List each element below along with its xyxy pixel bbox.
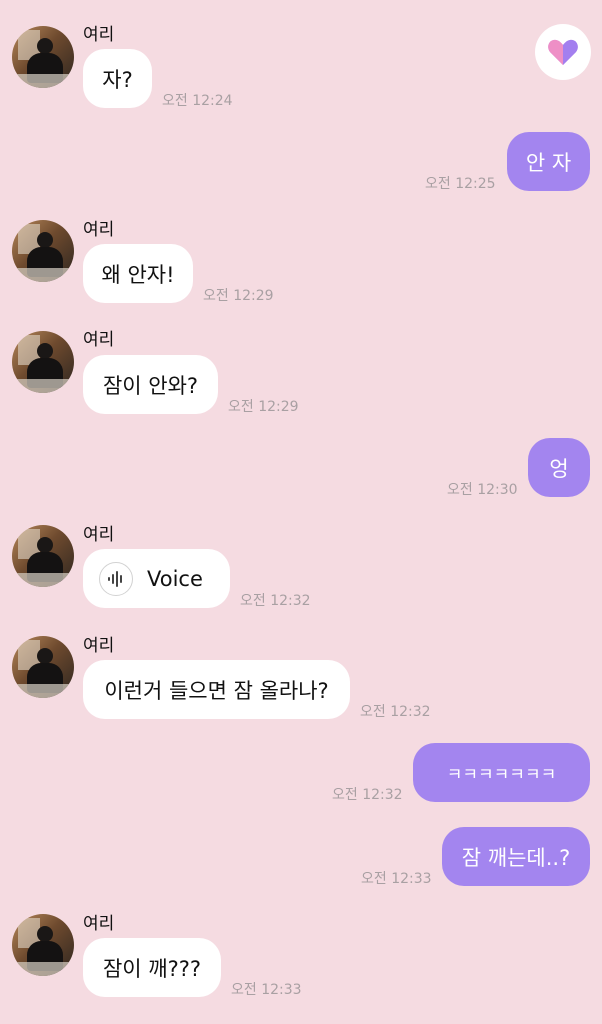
message-bubble[interactable]: ㅋㅋㅋㅋㅋㅋㅋ [413,743,590,802]
avatar[interactable] [12,636,74,698]
message-bubble[interactable]: 잠 깨는데..? [442,827,590,886]
message-text: 자? [102,67,133,92]
avatar[interactable] [12,26,74,88]
heart-icon [548,39,578,65]
message-time: 오전 12:32 [360,704,431,720]
message-text: 잠 깨는데..? [461,845,571,870]
message-time: 오전 12:25 [425,176,496,192]
message-text: ㅋㅋㅋㅋㅋㅋㅋ [446,765,557,785]
sender-name: 여리 [83,220,115,240]
sender-name: 여리 [83,525,115,545]
message-bubble[interactable]: 왜 안자! [83,244,193,303]
heart-button[interactable] [535,24,591,80]
message-text: 안 자 [525,150,572,175]
sender-name: 여리 [83,914,115,934]
message-time: 오전 12:29 [203,288,274,304]
sender-name: 여리 [83,330,115,350]
avatar[interactable] [12,525,74,587]
voice-label: Voice [147,566,203,591]
message-bubble[interactable]: 잠이 깨??? [83,938,221,997]
message-text: 왜 안자! [101,262,175,287]
message-bubble[interactable]: 잠이 안와? [83,355,218,414]
message-bubble[interactable]: 자? [83,49,152,108]
voice-message-bubble[interactable]: Voice [83,549,230,608]
avatar[interactable] [12,331,74,393]
message-time: 오전 12:29 [228,399,299,415]
message-time: 오전 12:33 [361,871,432,887]
sender-name: 여리 [83,25,115,45]
message-text: 잠이 깨??? [102,956,202,981]
message-time: 오전 12:32 [332,787,403,803]
avatar[interactable] [12,914,74,976]
message-text: 이런거 들으면 잠 올라나? [104,678,329,703]
sender-name: 여리 [83,636,115,656]
message-time: 오전 12:33 [231,982,302,998]
message-bubble[interactable]: 안 자 [507,132,590,191]
message-bubble[interactable]: 이런거 들으면 잠 올라나? [83,660,350,719]
message-text: 엉 [549,456,569,481]
message-text: 잠이 안와? [102,373,199,398]
chat-view: 여리 자? 오전 12:24 안 자 오전 12:25 여리 왜 안자! 오전 … [0,0,602,1024]
message-time: 오전 12:24 [162,93,233,109]
avatar[interactable] [12,220,74,282]
message-time: 오전 12:30 [447,482,518,498]
message-bubble[interactable]: 엉 [528,438,590,497]
waveform-icon[interactable] [99,561,133,596]
message-time: 오전 12:32 [240,593,311,609]
